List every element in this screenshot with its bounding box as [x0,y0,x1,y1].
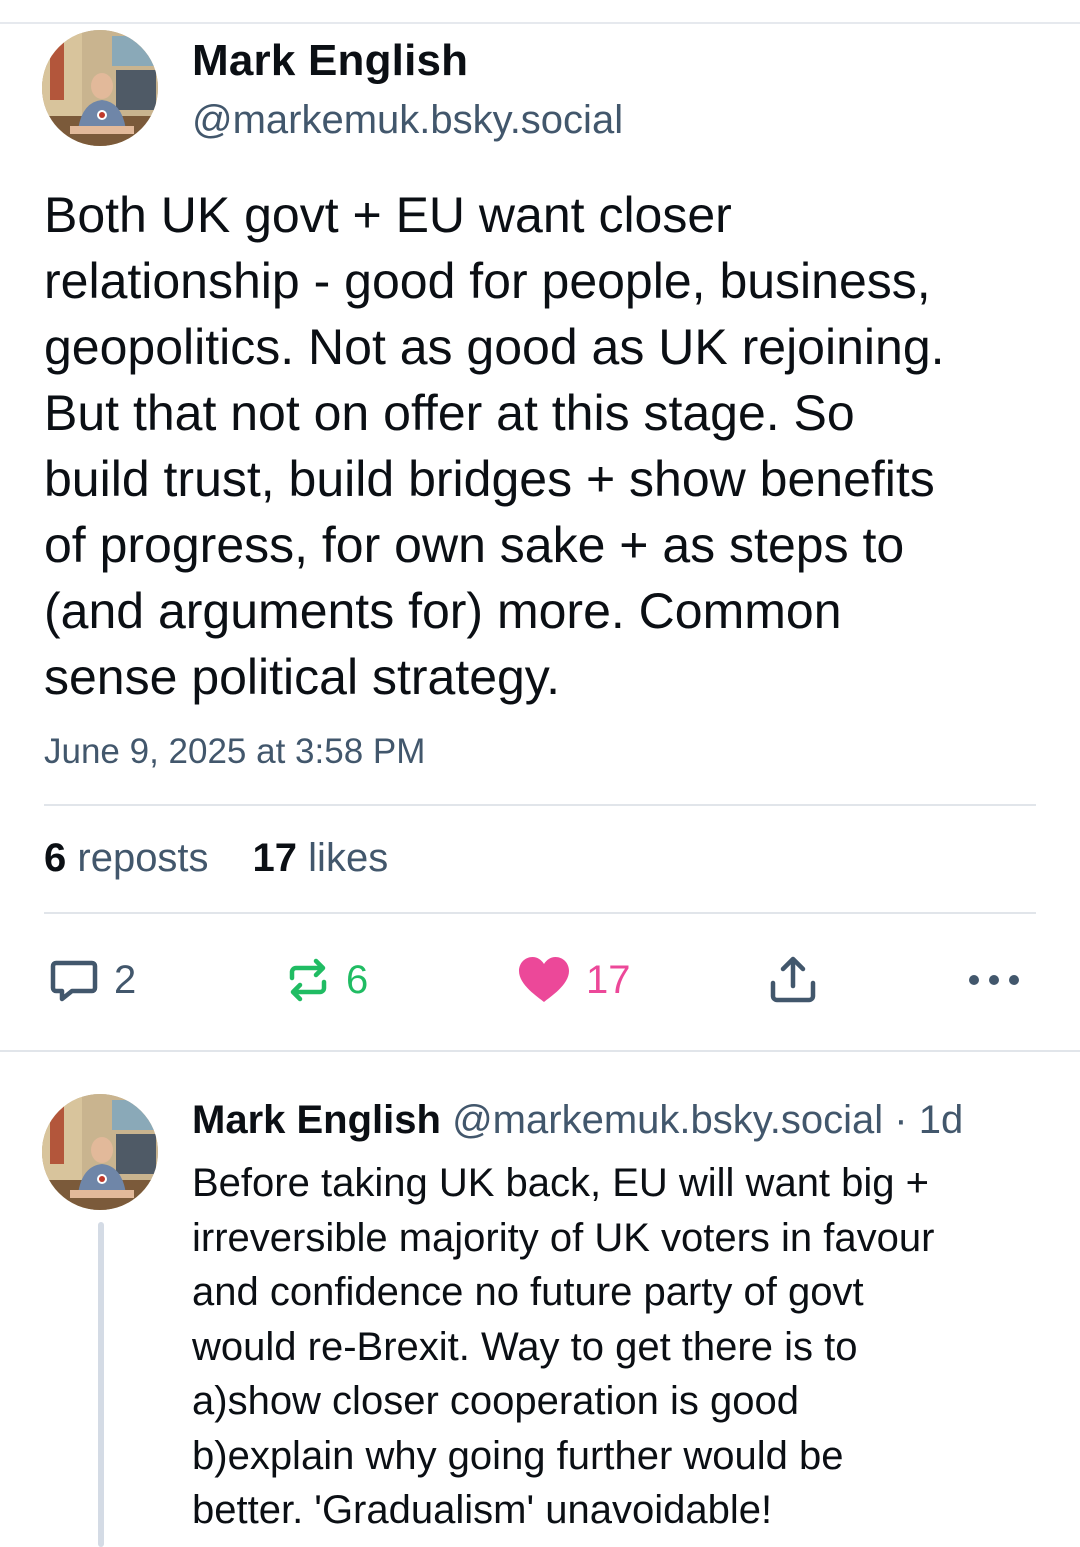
reply-text[interactable]: Before taking UK back, EU will want big … [192,1156,1042,1538]
post-timestamp[interactable]: June 9, 2025 at 3:58 PM [44,732,425,772]
reply-author-handle-time[interactable]: @markemuk.bsky.social · 1d [452,1098,963,1142]
reply-header: Mark English @markemuk.bsky.social · 1d [192,1098,963,1143]
reply-button[interactable]: 2 [48,950,136,1010]
avatar-photo [42,1094,158,1210]
share-icon [770,956,816,1003]
like-button[interactable]: 17 [516,950,631,1010]
reposts-count: 6 [44,836,67,880]
reposts-stat[interactable]: 6 reposts [44,836,209,881]
share-button[interactable] [766,950,820,1010]
repost-button[interactable]: 6 [282,950,368,1010]
reply-author-avatar[interactable] [42,1094,158,1210]
avatar-photo [42,30,158,146]
likes-count: 17 [252,836,298,880]
post-stats: 6 reposts 17 likes [44,836,388,881]
author-name[interactable]: Mark English [192,36,468,86]
likes-stat[interactable]: 17 likes [253,836,389,881]
post-text: Both UK govt + EU want closer relationsh… [44,187,945,705]
repost-count: 6 [346,957,369,1002]
reposts-label: reposts [77,836,209,880]
like-count: 17 [586,957,631,1002]
section-divider [0,1050,1080,1052]
more-options-button[interactable] [966,950,1022,1010]
top-divider [0,22,1080,24]
reply-count: 2 [114,957,137,1002]
thread-connector-line [98,1222,104,1547]
divider [44,804,1036,806]
heart-icon [519,957,569,1002]
reply-author-name[interactable]: Mark English [192,1098,441,1142]
repost-icon [289,958,327,1002]
likes-label: likes [308,836,389,880]
author-avatar[interactable] [42,30,158,146]
divider [44,912,1036,914]
reply-icon [50,960,98,1002]
author-handle[interactable]: @markemuk.bsky.social [192,98,623,143]
more-icon [969,975,1019,985]
